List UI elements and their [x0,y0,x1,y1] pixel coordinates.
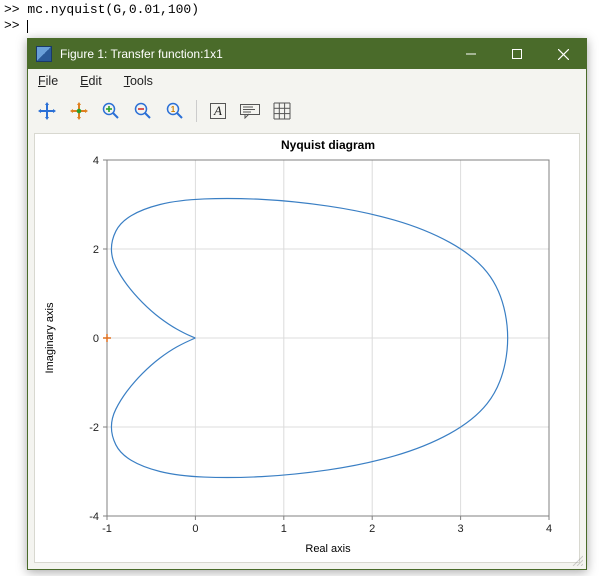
svg-text:4: 4 [546,523,552,535]
close-button[interactable] [540,39,586,69]
toolbar-separator [196,100,197,122]
resize-grip-icon[interactable] [571,554,583,566]
rotate-icon[interactable] [66,98,92,124]
nyquist-plot: -1 0 1 2 3 4 -4 -2 0 2 4 Nyquist diagram Real axis Im… [35,134,579,562]
svg-text:Nyquist diagram: Nyquist diagram [281,138,375,152]
data-tip-icon[interactable] [237,98,263,124]
titlebar[interactable]: Figure 1: Transfer function:1x1 [28,39,586,69]
svg-text:Real axis: Real axis [305,543,351,555]
minimize-button[interactable] [448,39,494,69]
maximize-button[interactable] [494,39,540,69]
menu-tools[interactable]: Tools [120,72,157,90]
console-line: >> mc.nyquist(G,0.01,100) [4,2,598,18]
svg-text:1: 1 [281,523,287,535]
grid-toggle-icon[interactable] [269,98,295,124]
svg-text:0: 0 [192,523,198,535]
plot-area: -1 0 1 2 3 4 -4 -2 0 2 4 Nyquist diagram Real axis Im… [28,129,586,569]
svg-text:-4: -4 [89,511,99,523]
svg-text:-2: -2 [89,422,99,434]
menu-edit[interactable]: Edit [76,72,106,90]
figure-window: Figure 1: Transfer function:1x1 File Edi… [27,38,587,570]
app-icon [36,46,52,62]
console-output: >> mc.nyquist(G,0.01,100) >> [0,0,602,35]
text-cursor [27,20,28,33]
zoom-original-icon[interactable]: 1 [162,98,188,124]
svg-text:A: A [213,103,222,118]
zoom-out-icon[interactable] [130,98,156,124]
zoom-in-icon[interactable] [98,98,124,124]
console-prompt[interactable]: >> [4,18,598,34]
plot-canvas[interactable]: -1 0 1 2 3 4 -4 -2 0 2 4 Nyquist diagram Real axis Im… [34,133,580,563]
svg-text:Imaginary axis: Imaginary axis [44,302,56,373]
svg-text:3: 3 [458,523,464,535]
svg-text:1: 1 [171,105,176,114]
menu-file[interactable]: File [34,72,62,90]
svg-text:2: 2 [369,523,375,535]
text-annotation-icon[interactable]: A [205,98,231,124]
toolbar: 1 A [28,93,586,129]
window-title: Figure 1: Transfer function:1x1 [60,47,448,61]
svg-text:4: 4 [93,155,99,167]
menubar: File Edit Tools [28,69,586,93]
svg-text:2: 2 [93,244,99,256]
svg-text:0: 0 [93,333,99,345]
pan-icon[interactable] [34,98,60,124]
svg-text:-1: -1 [102,523,112,535]
